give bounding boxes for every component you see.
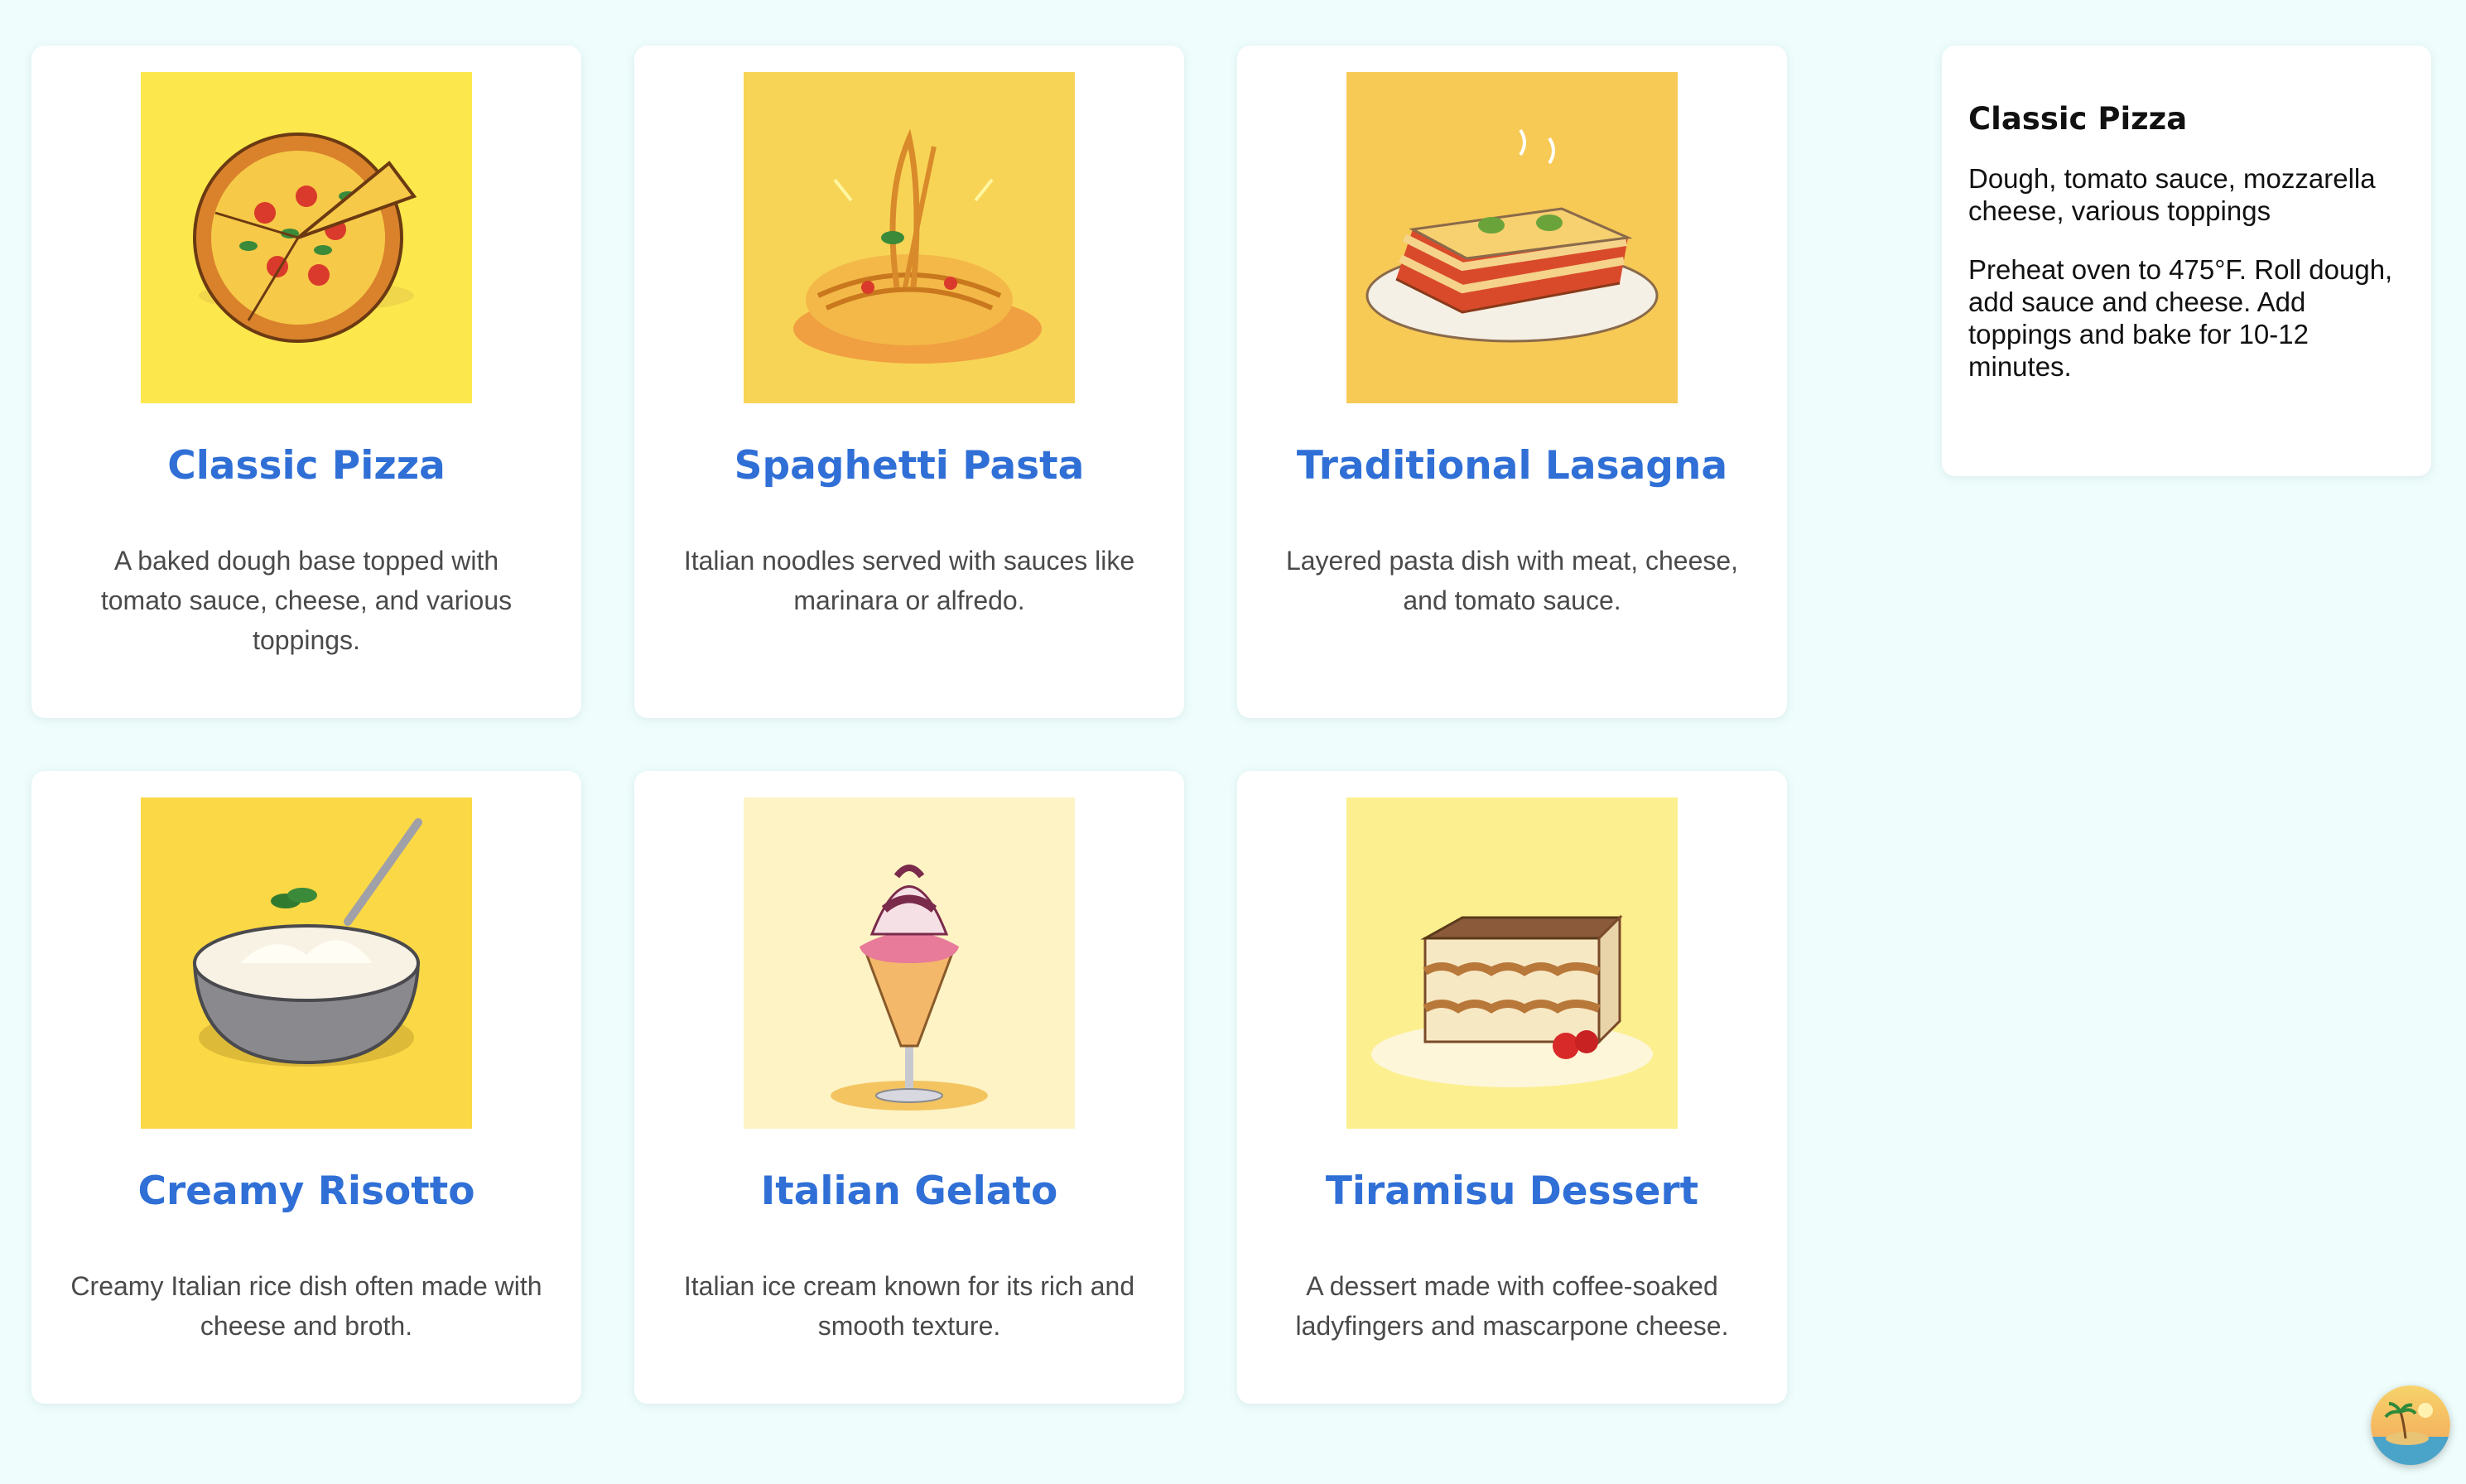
- dish-image: [1346, 797, 1678, 1129]
- dish-image: [744, 797, 1075, 1129]
- dish-description: Layered pasta dish with meat, cheese, an…: [1285, 546, 1739, 615]
- dish-description: A baked dough base topped with tomato sa…: [100, 546, 513, 655]
- dish-title: Spaghetti Pasta: [734, 443, 1085, 489]
- dish-title: Creamy Risotto: [137, 1168, 475, 1214]
- island-avatar-icon: [2371, 1385, 2450, 1465]
- dish-card-creamy-risotto[interactable]: Creamy Risotto Creamy Italian rice dish …: [31, 771, 581, 1404]
- gelato-icon: [744, 797, 1075, 1129]
- dish-title: Traditional Lasagna: [1296, 443, 1728, 489]
- tiramisu-icon: [1346, 797, 1678, 1129]
- spaghetti-icon: [744, 72, 1075, 403]
- dish-image: [744, 72, 1075, 403]
- dish-title: Tiramisu Dessert: [1325, 1168, 1699, 1214]
- lasagna-icon: [1346, 72, 1678, 403]
- dish-image: [1346, 72, 1678, 403]
- recipe-detail-panel: Classic Pizza Dough, tomato sauce, mozza…: [1942, 46, 2431, 476]
- dish-grid: Classic Pizza A baked dough base topped …: [31, 46, 1787, 1404]
- dish-description: Italian noodles served with sauces like …: [683, 546, 1135, 615]
- dish-description: A dessert made with coffee-soaked ladyfi…: [1295, 1271, 1729, 1341]
- detail-title: Classic Pizza: [1968, 101, 2188, 137]
- dish-card-spaghetti-pasta[interactable]: Spaghetti Pasta Italian noodles served w…: [634, 46, 1184, 718]
- dish-card-tiramisu-dessert[interactable]: Tiramisu Dessert A dessert made with cof…: [1237, 771, 1787, 1404]
- dish-image: [141, 797, 472, 1129]
- detail-instructions: Preheat oven to 475°F. Roll dough, add s…: [1968, 254, 2393, 382]
- floating-avatar-button[interactable]: [2371, 1385, 2450, 1465]
- dish-description: Italian ice cream known for its rich and…: [683, 1271, 1135, 1341]
- pizza-icon: [141, 72, 472, 403]
- detail-ingredients: Dough, tomato sauce, mozzarella cheese, …: [1968, 163, 2376, 226]
- dish-description: Creamy Italian rice dish often made with…: [70, 1271, 542, 1341]
- dish-card-italian-gelato[interactable]: Italian Gelato Italian ice cream known f…: [634, 771, 1184, 1404]
- risotto-icon: [141, 797, 472, 1129]
- dish-title: Italian Gelato: [760, 1168, 1058, 1214]
- dish-title: Classic Pizza: [167, 443, 446, 489]
- dish-card-traditional-lasagna[interactable]: Traditional Lasagna Layered pasta dish w…: [1237, 46, 1787, 718]
- dish-image: [141, 72, 472, 403]
- dish-card-classic-pizza[interactable]: Classic Pizza A baked dough base topped …: [31, 46, 581, 718]
